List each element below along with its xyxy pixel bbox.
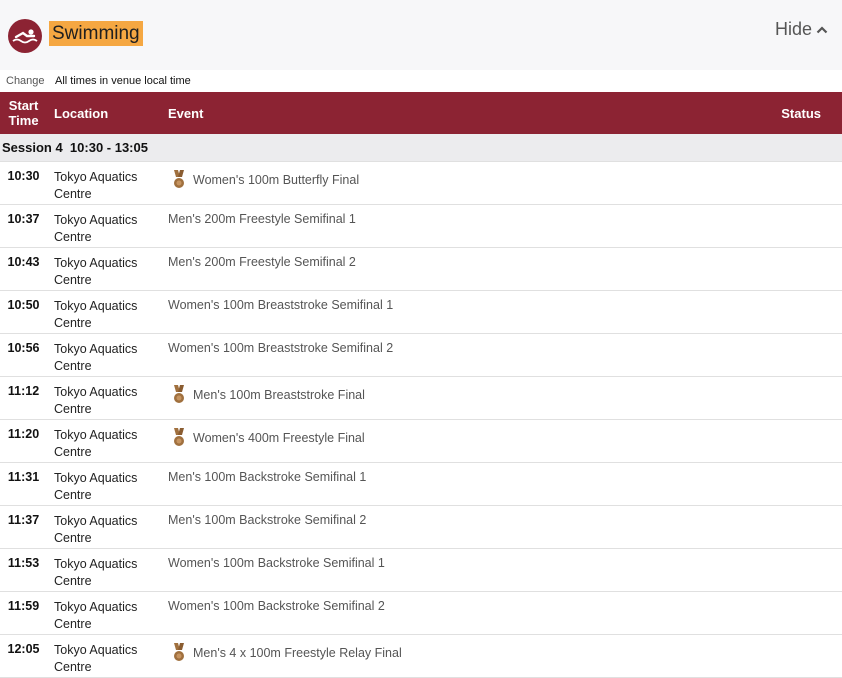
change-timezone-link[interactable]: Change [6,75,45,87]
table-row[interactable]: 10:56 Tokyo Aquatics Centre Women's 100m B… [0,333,842,377]
status-cell [678,333,842,377]
swimmer-icon [8,19,42,53]
table-row[interactable]: 11:20 Tokyo Aquatics Centre Women's 400m F… [0,419,842,463]
column-header-status[interactable]: Status [678,92,842,134]
status-cell [678,419,842,463]
location-cell: Tokyo Aquatics Centre [47,290,158,334]
event-cell: Men's 200m Freestyle Semifinal 1 [158,204,678,248]
sport-header: Swimming Hide [0,0,842,70]
event-name: Women's 100m Butterfly Final [193,172,360,187]
event-name: Women's 100m Backstroke Semifinal 2 [168,599,385,613]
event-cell: Women's 400m Freestyle Final [158,419,678,463]
hide-button[interactable]: Hide [775,19,828,40]
table-row[interactable]: 10:43 Tokyo Aquatics Centre Men's 200m Fre… [0,247,842,291]
table-row[interactable]: 10:50 Tokyo Aquatics Centre Women's 100m B… [0,290,842,334]
event-name: Women's 100m Backstroke Semifinal 1 [168,556,385,570]
event-name: Men's 100m Backstroke Semifinal 2 [168,513,367,527]
start-time-cell: 10:37 [0,204,47,248]
event-cell: Men's 100m Breaststroke Final [158,376,678,420]
location-cell: Tokyo Aquatics Centre [47,376,158,420]
location-cell: Tokyo Aquatics Centre [47,462,158,506]
table-row[interactable]: 11:53 Tokyo Aquatics Centre Women's 100m B… [0,548,842,592]
start-time-cell: 11:59 [0,591,47,635]
location-cell: Tokyo Aquatics Centre [47,505,158,549]
status-cell [678,462,842,506]
event-cell: Men's 100m Backstroke Semifinal 1 [158,462,678,506]
event-cell: Women's 100m Breaststroke Semifinal 2 [158,333,678,377]
session-header-row: Session 4 10:30 - 13:05 [0,134,842,162]
column-header-start-time[interactable]: Start Time [0,92,47,134]
start-time-cell: 10:50 [0,290,47,334]
sport-title: Swimming [49,21,143,46]
table-row[interactable]: 10:30 Tokyo Aquatics Centre Women's 100m B… [0,161,842,205]
timezone-note: All times in venue local time [55,75,191,87]
table-row[interactable]: 11:37 Tokyo Aquatics Centre Men's 100m Bac… [0,505,842,549]
location-cell: Tokyo Aquatics Centre [47,161,158,205]
status-cell [678,548,842,592]
event-name: Men's 100m Backstroke Semifinal 1 [168,470,367,484]
event-cell: Women's 100m Breaststroke Semifinal 1 [158,290,678,334]
event-name: Women's 100m Breaststroke Semifinal 2 [168,341,394,355]
status-cell [678,161,842,205]
location-cell: Tokyo Aquatics Centre [47,591,158,635]
status-cell [678,376,842,420]
event-name: Men's 100m Breaststroke Final [193,387,365,402]
event-cell: Men's 200m Freestyle Semifinal 2 [158,247,678,291]
medal-icon [173,642,185,665]
status-cell [678,505,842,549]
column-header-event[interactable]: Event [158,92,678,134]
event-cell: Men's 4 x 100m Freestyle Relay Final [158,634,678,678]
event-name: Men's 4 x 100m Freestyle Relay Final [193,645,402,660]
status-cell [678,591,842,635]
event-name: Men's 200m Freestyle Semifinal 2 [168,255,356,269]
location-cell: Tokyo Aquatics Centre [47,247,158,291]
location-cell: Tokyo Aquatics Centre [47,548,158,592]
location-cell: Tokyo Aquatics Centre [47,634,158,678]
start-time-cell: 11:12 [0,376,47,420]
table-row[interactable]: 11:31 Tokyo Aquatics Centre Men's 100m Bac… [0,462,842,506]
status-cell [678,247,842,291]
medal-icon [173,169,185,192]
medal-icon [173,427,185,450]
status-cell [678,634,842,678]
event-cell: Men's 100m Backstroke Semifinal 2 [158,505,678,549]
table-header-row: Start Time Location Event Status [0,92,842,134]
medal-icon [173,384,185,407]
session-label: Session 4 10:30 - 13:05 [0,134,842,162]
location-cell: Tokyo Aquatics Centre [47,333,158,377]
event-cell: Women's 100m Butterfly Final [158,161,678,205]
event-name: Men's 200m Freestyle Semifinal 1 [168,212,356,226]
start-time-cell: 10:56 [0,333,47,377]
table-row[interactable]: 10:37 Tokyo Aquatics Centre Men's 200m Fre… [0,204,842,248]
hide-button-label: Hide [774,19,812,39]
start-time-cell: 12:05 [0,634,47,678]
start-time-cell: 11:31 [0,462,47,506]
table-row[interactable]: 11:12 Tokyo Aquatics Centre Men's 100m Bre… [0,376,842,420]
location-cell: Tokyo Aquatics Centre [47,204,158,248]
schedule-table: Start Time Location Event Status Session… [0,92,842,678]
start-time-cell: 11:37 [0,505,47,549]
timezone-bar: Change All times in venue local time [0,70,842,92]
event-cell: Women's 100m Backstroke Semifinal 2 [158,591,678,635]
column-header-location[interactable]: Location [47,92,158,134]
start-time-cell: 10:30 [0,161,47,205]
event-name: Women's 100m Breaststroke Semifinal 1 [168,298,394,312]
status-cell [678,204,842,248]
start-time-cell: 11:53 [0,548,47,592]
location-cell: Tokyo Aquatics Centre [47,419,158,463]
start-time-cell: 11:20 [0,419,47,463]
table-row[interactable]: 11:59 Tokyo Aquatics Centre Women's 100m B… [0,591,842,635]
status-cell [678,290,842,334]
table-row[interactable]: 12:05 Tokyo Aquatics Centre Men's 4 x 100m… [0,634,842,678]
event-cell: Women's 100m Backstroke Semifinal 1 [158,548,678,592]
chevron-up-icon [816,25,828,33]
start-time-cell: 10:43 [0,247,47,291]
event-name: Women's 400m Freestyle Final [193,430,365,445]
